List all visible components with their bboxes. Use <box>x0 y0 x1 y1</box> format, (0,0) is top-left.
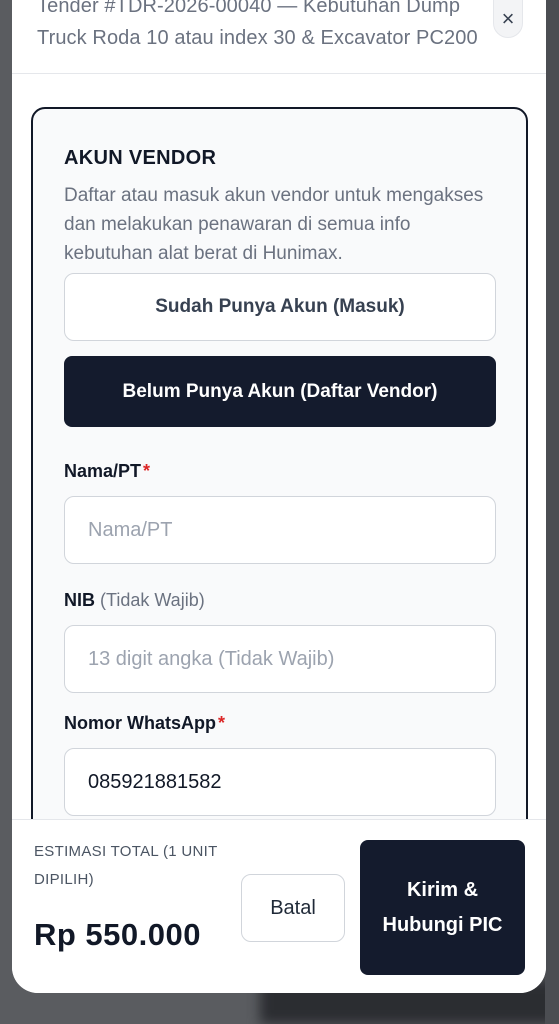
estimate-label: ESTIMASI TOTAL (1 UNIT DIPILIH) <box>34 843 218 888</box>
whatsapp-field-label: Nomor WhatsApp * <box>64 713 225 734</box>
vendor-account-card: AKUN VENDOR Daftar atau masuk akun vendo… <box>31 107 528 887</box>
estimate-total: Rp 550.000 <box>34 917 201 952</box>
vendor-card-description: Daftar atau masuk akun vendor untuk meng… <box>64 185 484 264</box>
register-vendor-button[interactable]: Belum Punya Akun (Daftar Vendor) <box>64 356 496 427</box>
tender-offer-modal: Tender #TDR-2026-00040 — Kebutuhan Dump … <box>12 0 546 993</box>
close-icon: × <box>501 6 515 31</box>
whatsapp-label-text: Nomor WhatsApp <box>64 713 216 733</box>
tender-title: Tender #TDR-2026-00040 — Kebutuhan Dump … <box>37 0 478 49</box>
required-mark: * <box>218 713 226 733</box>
required-mark: * <box>143 461 151 481</box>
name-field-label: Nama/PT * <box>64 461 150 482</box>
modal-header: Tender #TDR-2026-00040 — Kebutuhan Dump … <box>12 0 546 74</box>
nib-label-text: NIB <box>64 590 95 610</box>
close-button[interactable]: × <box>493 0 523 38</box>
send-contact-pic-button[interactable]: Kirim & Hubungi PIC <box>360 840 525 975</box>
nib-input[interactable] <box>64 625 496 693</box>
nib-field-label: NIB (Tidak Wajib) <box>64 590 205 611</box>
backdrop-edge <box>545 0 559 1024</box>
modal-footer: ESTIMASI TOTAL (1 UNIT DIPILIH) Rp 550.0… <box>12 819 546 993</box>
cancel-button[interactable]: Batal <box>241 874 345 942</box>
login-button[interactable]: Sudah Punya Akun (Masuk) <box>64 273 496 341</box>
name-input[interactable] <box>64 496 496 564</box>
vendor-card-title: AKUN VENDOR <box>64 147 217 169</box>
name-label-text: Nama/PT <box>64 461 142 481</box>
whatsapp-input[interactable] <box>64 748 496 816</box>
nib-optional-note: (Tidak Wajib) <box>100 590 205 610</box>
